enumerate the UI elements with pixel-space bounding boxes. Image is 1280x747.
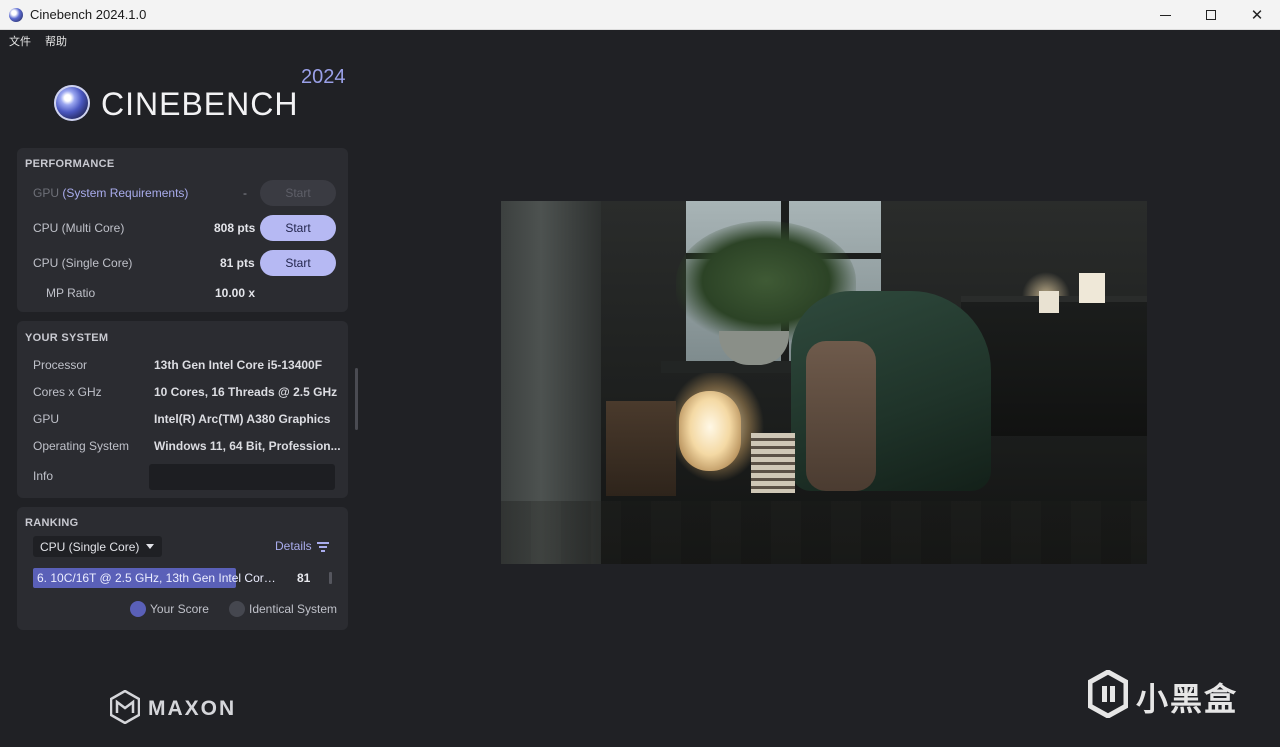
cpu-multi-score: 808 pts	[214, 221, 256, 235]
menu-item-file[interactable]: 文件	[9, 33, 31, 49]
cpu-single-label: CPU (Single Core)	[33, 256, 133, 270]
ranking-entry-score: 81	[297, 571, 311, 585]
panel-scrollbar[interactable]	[355, 368, 358, 430]
identical-system-label: Identical System	[249, 602, 338, 616]
gpu-row: GPU (System Requirements) - Start	[17, 179, 348, 207]
minimize-icon	[1159, 14, 1171, 16]
chevron-down-icon	[146, 544, 154, 549]
ranking-title: RANKING	[25, 517, 79, 529]
os-label: Operating System	[33, 439, 130, 453]
system-row-os: Operating System Windows 11, 64 Bit, Pro…	[17, 432, 348, 460]
ranking-category-select[interactable]: CPU (Single Core)	[33, 536, 162, 557]
maxon-wordmark: MAXON	[148, 697, 237, 720]
info-input[interactable]	[149, 464, 335, 490]
cores-label: Cores x GHz	[33, 385, 102, 399]
minimize-button[interactable]	[1142, 0, 1188, 30]
gpu-start-button[interactable]: Start	[260, 180, 336, 206]
close-button[interactable]: ✕	[1234, 0, 1280, 30]
performance-panel: PERFORMANCE GPU (System Requirements) - …	[17, 148, 348, 312]
ranking-panel: RANKING CPU (Single Core) Details 6. 10C…	[17, 507, 348, 630]
filter-icon[interactable]	[317, 542, 329, 552]
os-value: Windows 11, 64 Bit, Profession...	[154, 439, 341, 453]
close-icon: ✕	[1250, 7, 1264, 24]
cpu-multi-row: CPU (Multi Core) 808 pts Start	[17, 214, 348, 242]
cpu-single-row: CPU (Single Core) 81 pts Start	[17, 249, 348, 277]
gpu-label-prefix: GPU	[33, 186, 60, 200]
system-row-processor: Processor 13th Gen Intel Core i5-13400F	[17, 351, 348, 379]
ranking-row[interactable]: 6. 10C/16T @ 2.5 GHz, 13th Gen Intel Cor…	[33, 568, 323, 588]
title-bar: Cinebench 2024.1.0 ✕	[0, 0, 1280, 30]
your-score-swatch	[130, 601, 146, 617]
processor-value: 13th Gen Intel Core i5-13400F	[154, 358, 323, 372]
logo-wordmark: CINEBENCH	[101, 86, 299, 122]
your-system-title: YOUR SYSTEM	[25, 332, 109, 344]
mp-ratio-label: MP Ratio	[46, 286, 96, 300]
maxon-hex-icon	[110, 690, 140, 724]
menu-item-help[interactable]: 帮助	[45, 33, 67, 49]
info-label: Info	[33, 469, 54, 483]
system-requirements-link[interactable]: (System Requirements)	[62, 186, 188, 200]
ranking-category-label: CPU (Single Core)	[40, 540, 140, 554]
cpu-single-start-button[interactable]: Start	[260, 250, 336, 276]
maximize-button[interactable]	[1188, 0, 1234, 30]
ranking-entry-text: 6. 10C/16T @ 2.5 GHz, 13th Gen Intel Cor…	[37, 571, 277, 585]
cinebench-sphere-icon	[54, 85, 90, 121]
render-preview-image	[501, 201, 1147, 564]
cpu-single-score: 81 pts	[220, 256, 255, 270]
menu-bar: 文件 帮助	[0, 30, 1280, 52]
system-row-gpu: GPU Intel(R) Arc(TM) A380 Graphics	[17, 405, 348, 433]
mp-ratio-value: 10.00 x	[215, 286, 256, 300]
watermark-text: 小黑盒	[1136, 680, 1239, 718]
maximize-icon	[1206, 10, 1216, 20]
system-row-cores: Cores x GHz 10 Cores, 16 Threads @ 2.5 G…	[17, 378, 348, 406]
identical-system-swatch	[229, 601, 245, 617]
cinebench-app-icon	[9, 7, 23, 22]
gpu-info-label: GPU	[33, 412, 60, 426]
cpu-multi-label: CPU (Multi Core)	[33, 221, 125, 235]
window-title: Cinebench 2024.1.0	[30, 7, 147, 22]
gpu-info-value: Intel(R) Arc(TM) A380 Graphics	[154, 412, 331, 426]
logo-year: 2024	[301, 66, 346, 88]
gpu-label: GPU (System Requirements)	[33, 186, 188, 200]
gpu-score: -	[243, 186, 247, 200]
mp-ratio-row: MP Ratio 10.00 x	[17, 279, 348, 307]
processor-label: Processor	[33, 358, 88, 372]
xiaoheihe-logo-icon	[1088, 670, 1128, 718]
window-controls: ✕	[1142, 0, 1280, 30]
performance-title: PERFORMANCE	[25, 158, 115, 170]
your-score-label: Your Score	[150, 602, 209, 616]
your-system-panel: YOUR SYSTEM Processor 13th Gen Intel Cor…	[17, 321, 348, 498]
cores-value: 10 Cores, 16 Threads @ 2.5 GHz	[154, 385, 338, 399]
cpu-multi-start-button[interactable]: Start	[260, 215, 336, 241]
ranking-scrollbar[interactable]	[329, 572, 332, 584]
details-link[interactable]: Details	[275, 539, 312, 553]
